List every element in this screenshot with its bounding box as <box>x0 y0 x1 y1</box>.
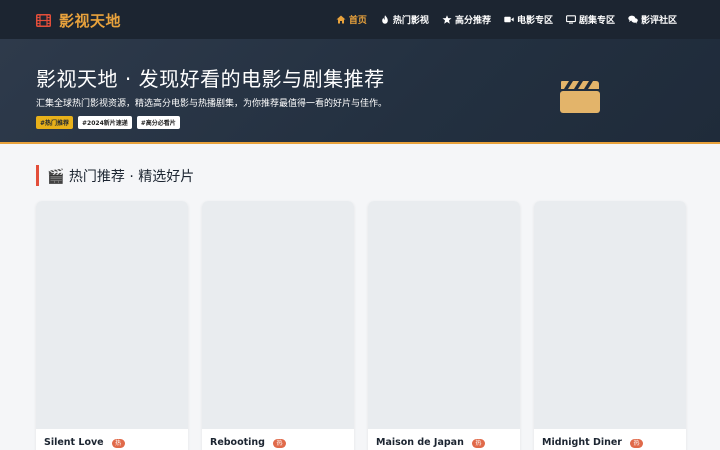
hero-banner: 影视天地 · 发现好看的电影与剧集推荐 汇集全球热门影视资源，精选高分电影与热播… <box>0 39 720 144</box>
movie-poster[interactable] <box>202 201 354 429</box>
hot-badge: 热 <box>272 439 286 448</box>
movie-poster[interactable] <box>36 201 188 429</box>
star-icon <box>442 15 452 24</box>
nav-item-label: 高分推荐 <box>454 16 491 26</box>
card-meta: Midnight Diner 热 <box>534 429 686 450</box>
video-camera-icon <box>504 16 514 23</box>
hero-title: 影视天地 · 发现好看的电影与剧集推荐 <box>36 67 385 91</box>
section-title: 🎬 热门推荐 · 精选好片 <box>47 168 195 185</box>
film-icon <box>36 14 51 27</box>
movie-card[interactable]: Silent Love 热 <box>36 201 188 450</box>
card-meta: Maison de Japan 热 <box>368 429 520 450</box>
card-meta: Silent Love 热 <box>36 429 188 450</box>
nav-item-top-rated[interactable]: 高分推荐 <box>442 13 491 26</box>
movie-poster[interactable] <box>368 201 520 429</box>
nav-item-label: 电影专区 <box>516 16 553 26</box>
brand-name: 影视天地 <box>59 12 122 30</box>
movie-title[interactable]: Maison de Japan <box>376 437 464 448</box>
movie-poster[interactable] <box>534 201 686 429</box>
section-header: 🎬 热门推荐 · 精选好片 <box>36 165 194 186</box>
clapperboard-icon <box>560 81 600 113</box>
tv-icon <box>566 15 576 24</box>
nav-item-home[interactable]: 首页 <box>336 13 367 26</box>
top-navbar: 影视天地 首页 热门影视 高分推荐 电影专区 剧集专区 影评社区 <box>0 0 720 39</box>
tag-chip[interactable]: #2024新片速递 <box>78 116 132 129</box>
hot-badge: 热 <box>471 439 485 448</box>
movie-card[interactable]: Maison de Japan 热 <box>368 201 520 450</box>
nav-item-label: 首页 <box>348 16 367 26</box>
movie-card[interactable]: Rebooting 热 <box>202 201 354 450</box>
tag-chip[interactable]: #热门推荐 <box>36 116 74 129</box>
movie-card[interactable]: Midnight Diner 热 <box>534 201 686 450</box>
tag-chip[interactable]: #高分必看片 <box>136 116 180 129</box>
card-meta: Rebooting 热 <box>202 429 354 450</box>
fire-icon <box>382 15 388 24</box>
main-menu: 首页 热门影视 高分推荐 电影专区 剧集专区 影评社区 <box>336 13 677 26</box>
home-icon <box>336 15 346 24</box>
comments-icon <box>628 15 638 24</box>
hot-badge: 热 <box>111 439 125 448</box>
hero-subtitle: 汇集全球热门影视资源，精选高分电影与热播剧集，为你推荐最值得一看的好片与佳作。 <box>36 99 388 109</box>
nav-item-label: 影评社区 <box>640 16 677 26</box>
nav-item-label: 剧集专区 <box>578 16 615 26</box>
movie-title[interactable]: Midnight Diner <box>542 437 622 448</box>
movie-card-grid: Silent Love 热 Rebooting 热 Maison de Japa… <box>36 201 686 450</box>
nav-item-label: 热门影视 <box>392 16 429 26</box>
movie-title[interactable]: Silent Love <box>44 437 104 448</box>
hero-tags: #热门推荐 #2024新片速递 #高分必看片 <box>36 116 180 129</box>
hot-badge: 热 <box>629 439 643 448</box>
nav-item-movies[interactable]: 电影专区 <box>504 13 553 26</box>
nav-item-trending[interactable]: 热门影视 <box>380 13 429 26</box>
nav-item-series[interactable]: 剧集专区 <box>566 13 615 26</box>
movie-title[interactable]: Rebooting <box>210 437 265 448</box>
brand-logo[interactable]: 影视天地 <box>36 10 121 31</box>
nav-item-community[interactable]: 影评社区 <box>628 13 677 26</box>
